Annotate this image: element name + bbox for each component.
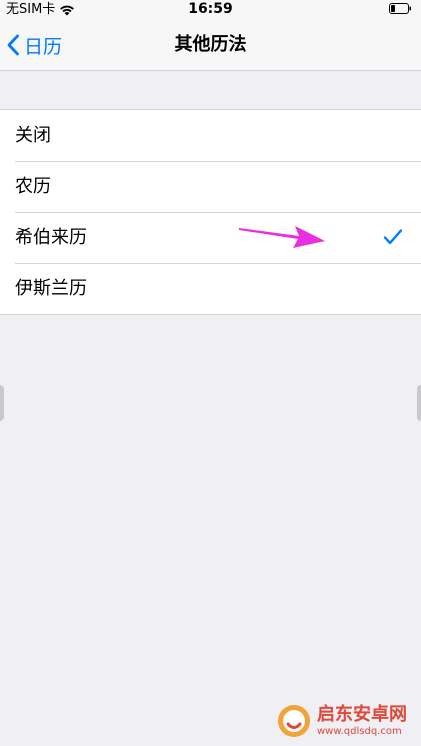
status-time: 16:59 <box>188 1 233 17</box>
option-label: 关闭 <box>15 125 51 146</box>
page-title: 其他历法 <box>174 34 247 55</box>
watermark-url: www.qdlsdq.com <box>317 725 402 737</box>
watermark: 启东安卓网 www.qdlsdq.com <box>277 704 407 738</box>
watermark-title: 启东安卓网 <box>317 703 407 725</box>
option-row-hebrew[interactable]: 希伯来历 <box>0 212 421 263</box>
battery-icon <box>389 3 411 14</box>
navigation-bar: 日历 其他历法 <box>0 20 421 71</box>
option-row-off[interactable]: 关闭 <box>0 110 421 161</box>
right-edge-handle <box>417 385 421 421</box>
option-row-islamic[interactable]: 伊斯兰历 <box>0 263 421 314</box>
calendar-options-list: 关闭 农历 希伯来历 伊斯兰历 <box>0 109 421 315</box>
watermark-logo-icon <box>278 705 310 737</box>
option-label: 伊斯兰历 <box>15 278 87 299</box>
option-label: 农历 <box>15 176 51 197</box>
checkmark-icon <box>383 229 403 245</box>
option-row-lunar[interactable]: 农历 <box>0 161 421 212</box>
left-edge-handle <box>0 385 4 421</box>
status-bar: 无SIM卡 16:59 <box>0 0 421 20</box>
annotation-arrow-icon <box>239 226 325 248</box>
option-label: 希伯来历 <box>15 227 87 248</box>
watermark-text: 启东安卓网 www.qdlsdq.com <box>317 703 407 737</box>
